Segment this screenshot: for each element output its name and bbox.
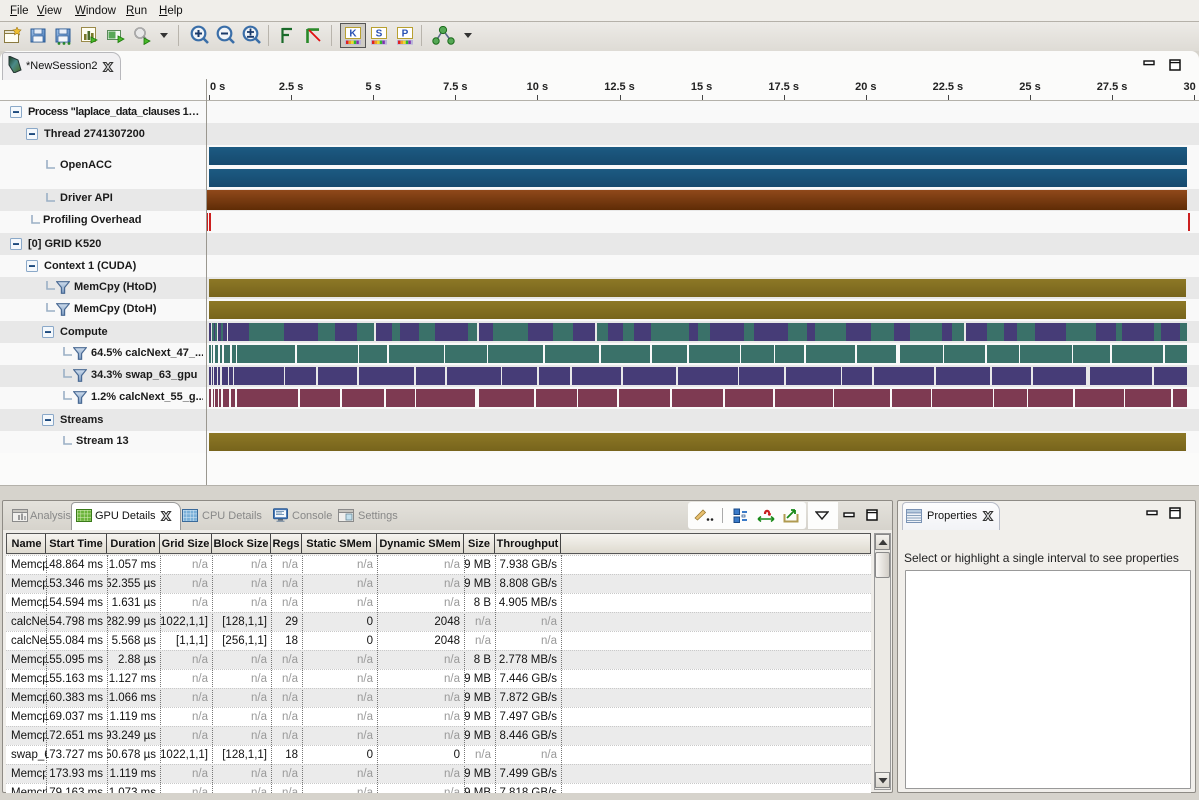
svg-text:P: P [402,29,409,40]
svg-text:K: K [349,29,357,40]
svg-text:S: S [376,29,383,40]
